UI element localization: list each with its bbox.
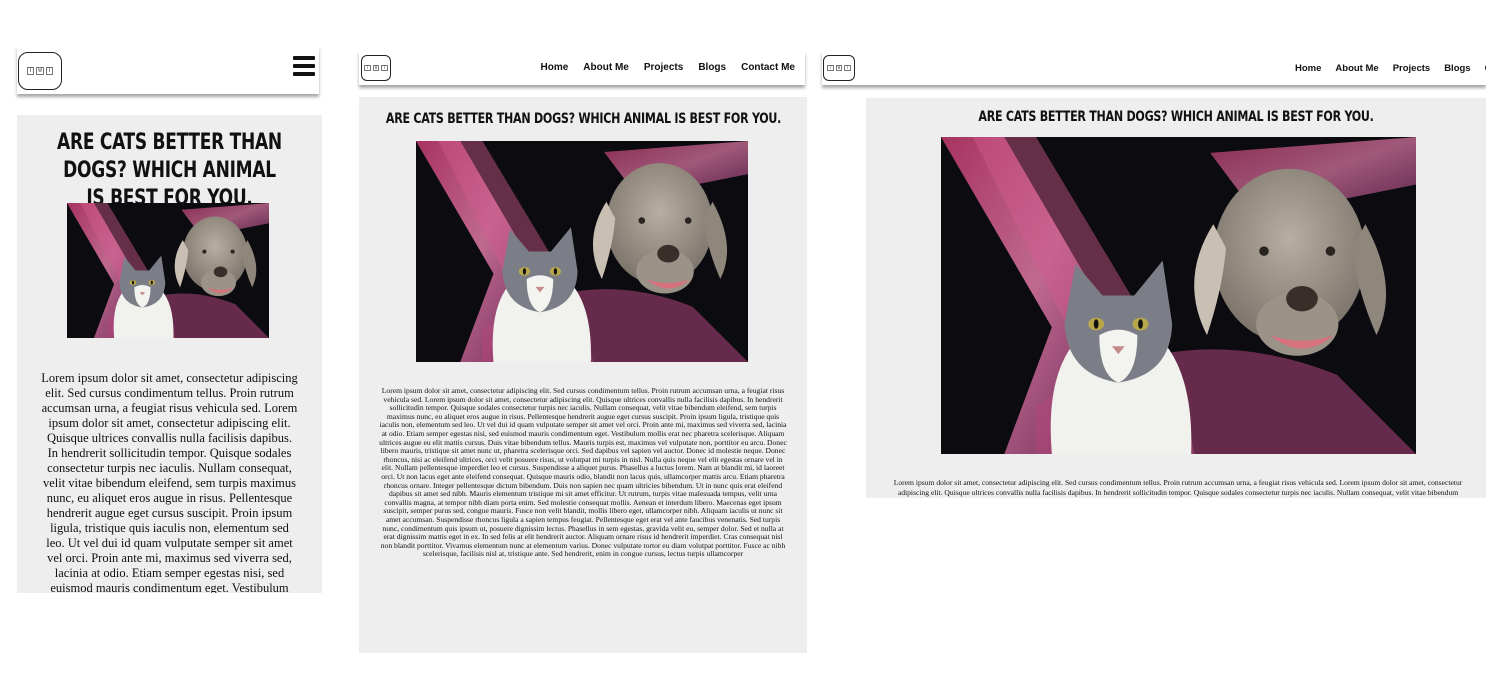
nav-blogs[interactable]: Blogs [698, 62, 726, 73]
article-title: ARE CATS BETTER THAN DOGS? WHICH ANIMAL … [978, 109, 1374, 125]
article-card: ARE CATS BETTER THAN DOGS? WHICH ANIMAL … [359, 97, 807, 653]
site-logo[interactable]: T W T [823, 55, 855, 81]
article-card: ARE CATS BETTER THAN DOGS? WHICH ANIMAL … [17, 115, 322, 593]
article-title: ARE CATS BETTER THAN DOGS? WHICH ANIMAL … [57, 130, 282, 211]
tablet-view: T W T Home About Me Projects Blogs Conta… [340, 0, 820, 696]
logo-glyph: T [364, 65, 371, 71]
article-title: ARE CATS BETTER THAN DOGS? WHICH ANIMAL … [385, 111, 782, 127]
logo-glyph: T [844, 65, 851, 71]
nav-projects[interactable]: Projects [644, 62, 683, 73]
nav-about-me[interactable]: About Me [583, 62, 629, 73]
desktop-view: T W T Home About Me Projects Blogs Co AR… [820, 0, 1486, 696]
cat-and-dog-photo [67, 203, 269, 338]
mobile-view: T W T ARE CATS BETTER THAN DOGS? WHICH A… [0, 0, 340, 696]
tablet-header: T W T Home About Me Projects Blogs Conta… [359, 51, 805, 85]
logo-glyph: T [26, 67, 35, 75]
nav-about-me[interactable]: About Me [1335, 63, 1378, 74]
article-body: Lorem ipsum dolor sit amet, consectetur … [379, 387, 787, 559]
nav-projects[interactable]: Projects [1393, 63, 1431, 74]
main-nav: Home About Me Projects Blogs Contact Me [541, 62, 796, 73]
hamburger-icon[interactable] [293, 56, 315, 76]
article-body: Lorem ipsum dolor sit amet, consectetur … [892, 478, 1464, 498]
logo-glyph: T [45, 67, 54, 75]
mobile-header: T W T [17, 46, 319, 94]
main-nav: Home About Me Projects Blogs Co [1295, 63, 1486, 74]
nav-home[interactable]: Home [541, 62, 569, 73]
logo-glyph: T [827, 65, 834, 71]
nav-home[interactable]: Home [1295, 63, 1321, 74]
article-body: Lorem ipsum dolor sit amet, consectetur … [41, 371, 298, 593]
nav-blogs[interactable]: Blogs [1444, 63, 1470, 74]
cat-and-dog-photo [416, 141, 748, 362]
desktop-header: T W T Home About Me Projects Blogs Co [822, 51, 1486, 85]
logo-glyph: T [381, 65, 388, 71]
nav-contact-me[interactable]: Contact Me [741, 62, 795, 73]
cat-and-dog-photo [941, 137, 1416, 454]
site-logo[interactable]: T W T [18, 52, 62, 90]
article-card: ARE CATS BETTER THAN DOGS? WHICH ANIMAL … [866, 98, 1486, 498]
logo-glyph: W [36, 67, 44, 75]
site-logo[interactable]: T W T [361, 55, 391, 81]
logo-glyph: W [835, 65, 843, 71]
logo-glyph: W [372, 65, 380, 71]
